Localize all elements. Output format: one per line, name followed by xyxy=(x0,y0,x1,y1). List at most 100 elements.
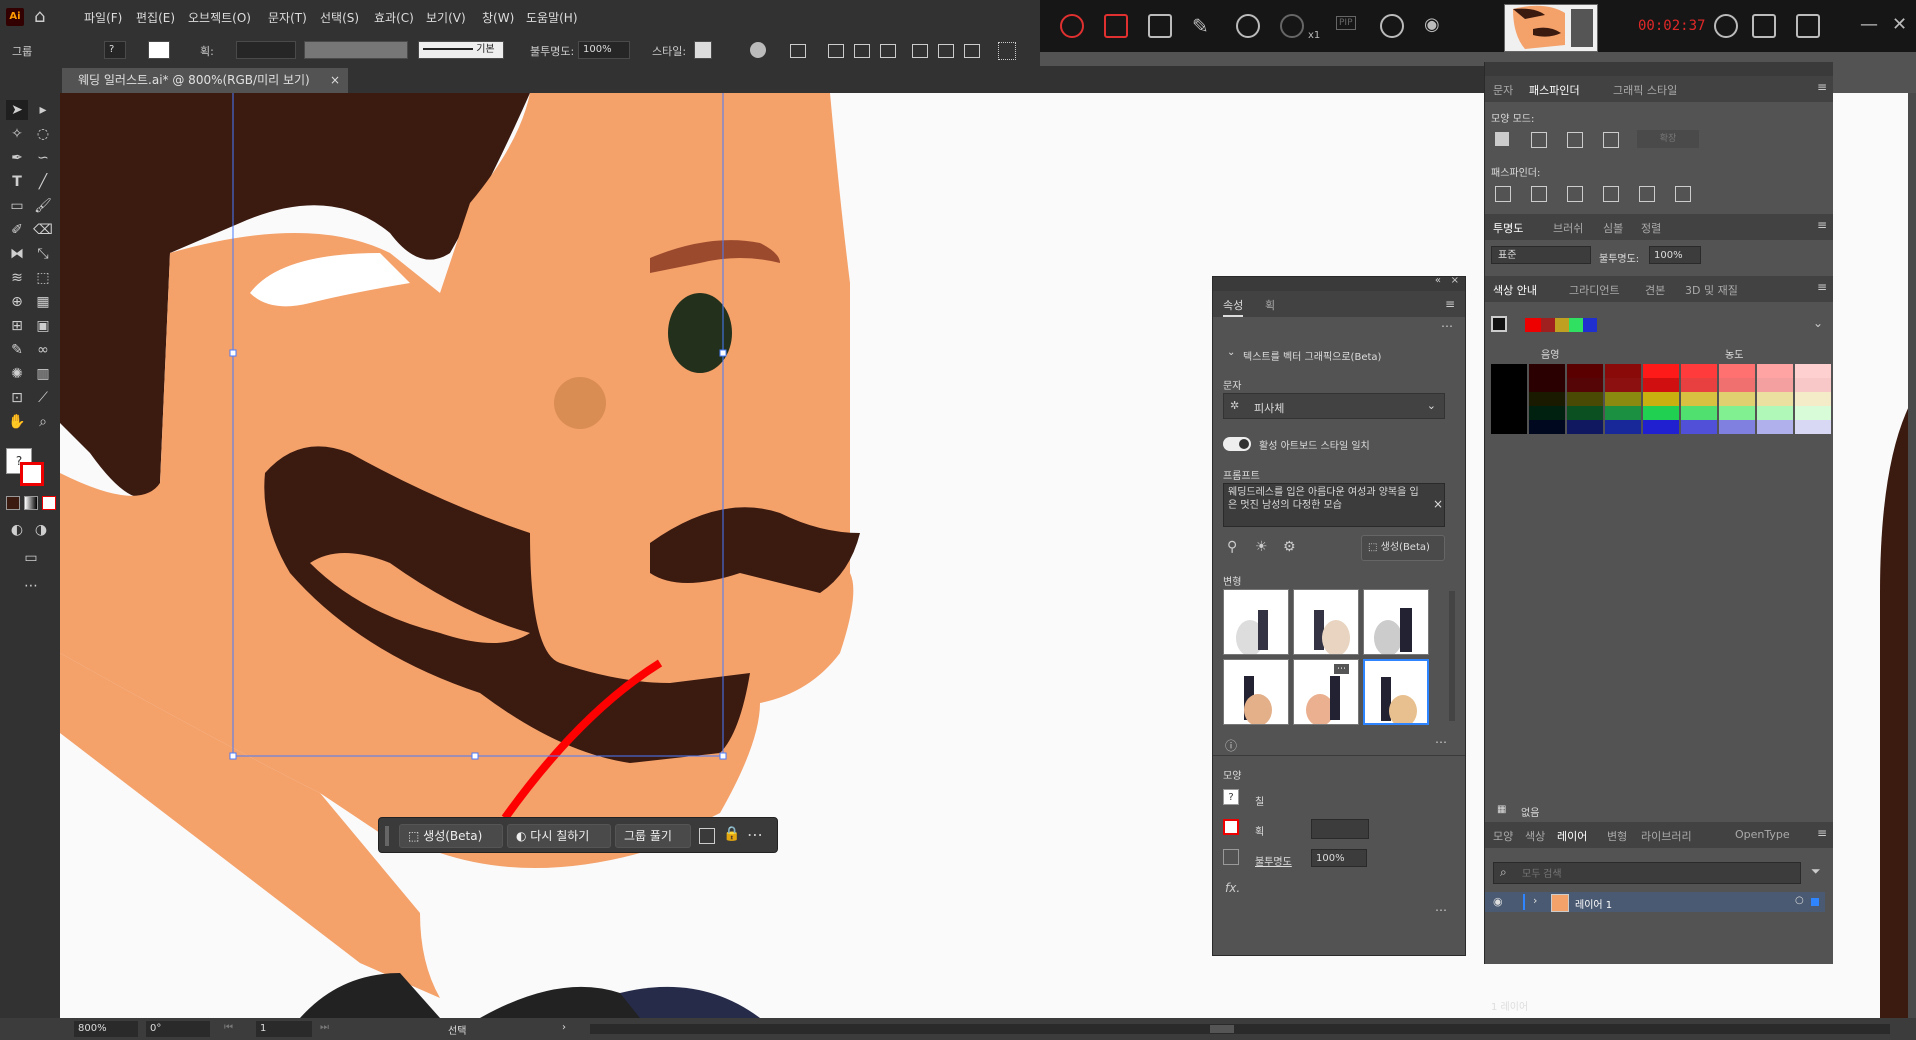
trim-icon[interactable] xyxy=(1531,186,1547,202)
subject-dropdown[interactable]: ✲ 피사체 ⌄ xyxy=(1223,393,1445,419)
hide-icon[interactable]: ◉ xyxy=(1424,14,1440,35)
harmony-blue[interactable] xyxy=(1583,318,1597,332)
guide-swatch[interactable] xyxy=(1757,378,1793,392)
opacity-input[interactable]: 100% xyxy=(578,41,630,59)
menu-window[interactable]: 창(W) xyxy=(482,9,514,26)
color-mode-icon[interactable] xyxy=(6,496,20,510)
guide-swatch[interactable] xyxy=(1795,392,1831,406)
line-tool-icon[interactable]: ╱ xyxy=(32,172,54,192)
collapse-icon[interactable]: « xyxy=(1435,275,1441,286)
guide-swatch[interactable] xyxy=(1567,406,1603,420)
guide-swatch[interactable] xyxy=(1719,364,1755,378)
tab-pathfinder[interactable]: 패스파인더 xyxy=(1529,82,1580,98)
align-middle-icon[interactable] xyxy=(938,44,954,58)
thumb-more-icon[interactable]: ⋯ xyxy=(1334,664,1349,674)
variable-width-profile[interactable] xyxy=(304,41,408,59)
distribute-icon[interactable] xyxy=(998,42,1016,60)
drag-handle[interactable] xyxy=(385,826,389,846)
fx-icon[interactable]: fx. xyxy=(1225,881,1240,895)
appearance-fill-swatch[interactable]: ? xyxy=(1223,789,1239,805)
guide-swatch[interactable] xyxy=(1605,392,1641,406)
zoom-out-icon[interactable] xyxy=(1280,14,1304,38)
tab-character[interactable]: 문자 xyxy=(1493,82,1513,98)
guide-swatch[interactable] xyxy=(1605,406,1641,420)
fill-swatch[interactable]: ? xyxy=(104,41,126,59)
guide-swatch[interactable] xyxy=(1719,406,1755,420)
graph-tool-icon[interactable]: ▥ xyxy=(32,364,54,384)
guide-swatch[interactable] xyxy=(1567,420,1603,434)
divide-icon[interactable] xyxy=(1495,186,1511,202)
tab-color[interactable]: 색상 xyxy=(1525,828,1545,844)
guide-swatch[interactable] xyxy=(1795,378,1831,392)
harmony-gold[interactable] xyxy=(1555,318,1569,332)
tab-libraries[interactable]: 라이브러리 xyxy=(1641,828,1692,844)
document-tab[interactable]: 웨딩 일러스트.ai* @ 800%(RGB/미리 보기) × xyxy=(62,68,348,93)
mesh-tool-icon[interactable]: ⊞ xyxy=(6,316,28,336)
export-icon[interactable] xyxy=(1752,14,1776,38)
guide-swatch[interactable] xyxy=(1529,378,1565,392)
appearance-opacity-label[interactable]: 불투명도 xyxy=(1255,853,1292,868)
type-tool-icon[interactable]: T xyxy=(6,172,28,192)
guide-swatch[interactable] xyxy=(1643,406,1679,420)
graphic-style-swatch[interactable] xyxy=(694,41,712,59)
close-icon[interactable]: ✕ xyxy=(1892,14,1907,35)
close-tab-icon[interactable]: × xyxy=(330,68,340,93)
guide-swatch[interactable] xyxy=(1719,392,1755,406)
settings-icon[interactable] xyxy=(1796,14,1820,38)
symbol-sprayer-icon[interactable]: ✺ xyxy=(6,364,28,384)
guide-swatch[interactable] xyxy=(1643,420,1679,434)
layer-name[interactable]: 레이어 1 xyxy=(1575,896,1612,911)
gradient-tool-icon[interactable]: ▣ xyxy=(32,316,54,336)
none-mode-icon[interactable] xyxy=(42,496,56,510)
target-icon[interactable]: ○ xyxy=(1795,895,1804,906)
guide-swatch[interactable] xyxy=(1567,378,1603,392)
blend-mode-dropdown[interactable]: 표준 xyxy=(1491,246,1591,264)
align-to-icon[interactable] xyxy=(790,44,806,58)
harmony-darkred[interactable] xyxy=(1541,318,1555,332)
stroke-weight-input[interactable] xyxy=(236,41,296,59)
hand-tool-icon[interactable]: ✋ xyxy=(6,412,28,432)
prompt-generate-button[interactable]: ⬚ 생성(Beta) xyxy=(1361,535,1445,561)
close-panel-icon[interactable]: × xyxy=(1451,275,1459,286)
crop-icon[interactable] xyxy=(1603,186,1619,202)
guide-swatch[interactable] xyxy=(1643,364,1679,378)
base-color-swatch[interactable] xyxy=(1491,316,1507,332)
clear-prompt-icon[interactable]: × xyxy=(1433,497,1443,511)
expand-layer-icon[interactable]: › xyxy=(1533,894,1537,907)
guide-swatch[interactable] xyxy=(1795,406,1831,420)
section-more-icon[interactable]: ⋯ xyxy=(1441,319,1453,333)
selection-tool-icon[interactable]: ➤ xyxy=(6,100,28,120)
gradient-mode-icon[interactable] xyxy=(24,496,38,510)
guide-swatch[interactable] xyxy=(1491,378,1527,392)
tab-align[interactable]: 정렬 xyxy=(1641,220,1661,236)
rotation-field[interactable]: 0° xyxy=(146,1021,210,1037)
generate-button[interactable]: ⬚ 생성(Beta) xyxy=(399,824,503,848)
recolor-icon[interactable] xyxy=(750,42,766,58)
align-right-icon[interactable] xyxy=(880,44,896,58)
align-top-icon[interactable] xyxy=(912,44,928,58)
stroke-color-box[interactable] xyxy=(20,462,44,486)
tab-layers[interactable]: 레이어 xyxy=(1557,828,1587,844)
tab-symbols[interactable]: 심볼 xyxy=(1603,220,1623,236)
variation-thumb-2[interactable] xyxy=(1293,589,1359,655)
appearance-stroke-swatch[interactable] xyxy=(1223,819,1239,835)
lock-icon[interactable]: 🔒 xyxy=(723,826,740,842)
refresh-icon[interactable] xyxy=(1714,14,1738,38)
transparency-opacity-input[interactable]: 100% xyxy=(1649,246,1701,264)
minus-back-icon[interactable] xyxy=(1675,186,1691,202)
lasso-icon[interactable]: ◌ xyxy=(32,124,54,144)
appearance-more-icon[interactable]: ⋯ xyxy=(1435,903,1447,917)
align-center-icon[interactable] xyxy=(854,44,870,58)
stop-icon[interactable] xyxy=(1104,14,1128,38)
menu-select[interactable]: 선택(S) xyxy=(320,9,359,26)
variations-more-icon[interactable]: ⋯ xyxy=(1435,735,1447,749)
prompt-textarea[interactable]: 웨딩드레스를 입은 아름다운 여성과 양복을 입은 멋진 남성의 다정한 모습 xyxy=(1223,483,1445,527)
guide-swatch[interactable] xyxy=(1491,420,1527,434)
tab-properties[interactable]: 속성 xyxy=(1223,297,1244,317)
tab-graphic-styles[interactable]: 그래픽 스타일 xyxy=(1613,82,1677,98)
warp-tool-icon[interactable]: ≋ xyxy=(6,268,28,288)
layers-menu-icon[interactable]: ≡ xyxy=(1817,826,1827,840)
tab-swatches[interactable]: 견본 xyxy=(1645,282,1665,298)
last-artboard-icon[interactable]: ⏭ xyxy=(320,1022,329,1033)
guide-swatch[interactable] xyxy=(1529,364,1565,378)
